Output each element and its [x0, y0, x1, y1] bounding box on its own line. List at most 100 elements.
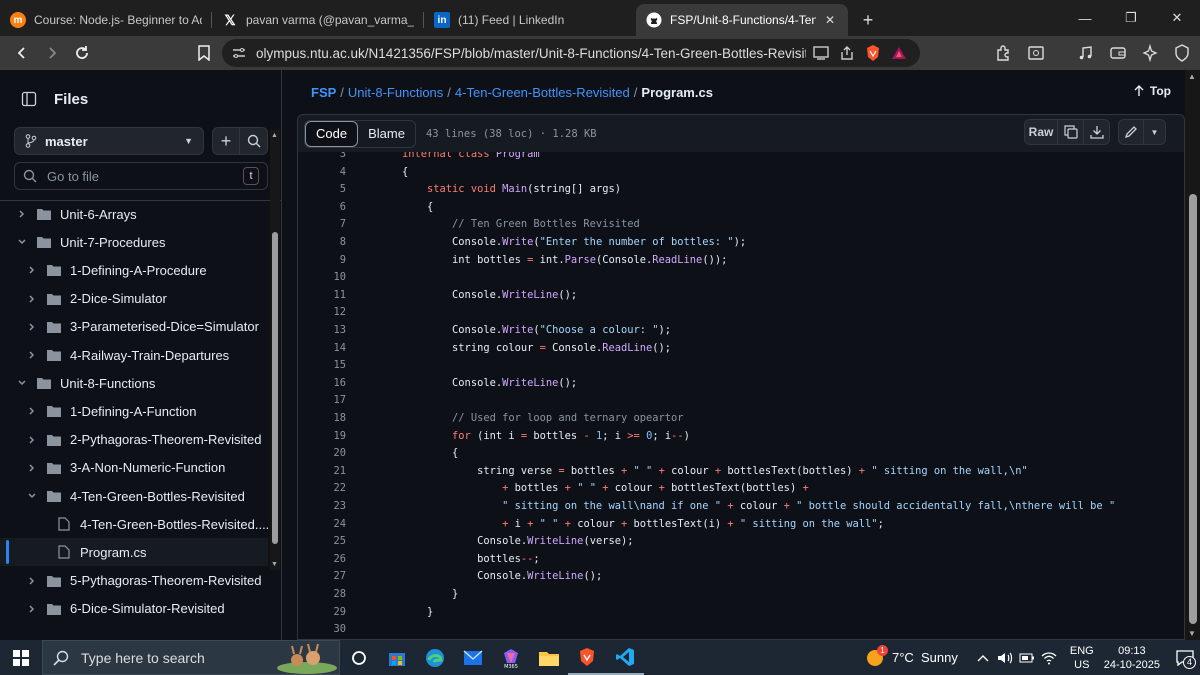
address-bar[interactable]: olympus.ntu.ac.uk/N1421356/FSP/blob/mast… — [222, 39, 920, 67]
minimize-icon[interactable]: — — [1062, 0, 1108, 36]
file-explorer-icon[interactable] — [530, 640, 568, 675]
store-icon[interactable] — [378, 640, 416, 675]
restore-icon[interactable]: ❐ — [1108, 0, 1154, 36]
brave-icon[interactable] — [568, 640, 606, 675]
line-number[interactable]: 23 — [298, 498, 346, 516]
wallet-icon[interactable] — [1104, 39, 1132, 67]
breadcrumb-subfolder[interactable]: 4-Ten-Green-Bottles-Revisited — [455, 85, 630, 100]
line-number[interactable]: 22 — [298, 480, 346, 498]
music-icon[interactable] — [1072, 39, 1100, 67]
tree-folder[interactable]: 4-Ten-Green-Bottles-Revisited — [0, 482, 268, 510]
tree-folder[interactable]: 3-Parameterised-Dice=Simulator — [0, 313, 268, 341]
language-indicator[interactable]: ENG US — [1070, 644, 1094, 672]
line-number[interactable]: 21 — [298, 463, 346, 481]
line-number[interactable]: 18 — [298, 410, 346, 428]
sidebar-scroll-thumb[interactable] — [272, 232, 278, 544]
volume-icon[interactable] — [994, 647, 1016, 669]
breadcrumb-folder[interactable]: Unit-8-Functions — [348, 85, 443, 100]
mail-icon[interactable] — [454, 640, 492, 675]
scroll-down-icon[interactable]: ▼ — [271, 561, 278, 568]
task-view-icon[interactable] — [340, 640, 378, 675]
chevron-right-icon[interactable] — [24, 403, 40, 419]
tree-folder[interactable]: 5-Pythagoras-Theorem-Revisited — [0, 567, 268, 595]
tree-file[interactable]: Program.cs — [0, 538, 268, 567]
chevron-up-icon[interactable] — [972, 647, 994, 669]
tab-blame[interactable]: Blame — [358, 121, 415, 147]
chevron-down-icon[interactable] — [14, 234, 30, 250]
line-number[interactable]: 25 — [298, 533, 346, 551]
close-tab-icon[interactable]: ✕ — [822, 12, 838, 28]
tree-folder[interactable]: 1-Defining-A-Procedure — [0, 256, 268, 284]
brave-shields-icon[interactable] — [862, 42, 884, 64]
tab-code[interactable]: Code — [305, 120, 359, 147]
clock[interactable]: 09:13 24-10-2025 — [1104, 644, 1160, 672]
line-number[interactable]: 4 — [298, 164, 346, 182]
line-number[interactable]: 28 — [298, 586, 346, 604]
battery-icon[interactable] — [1016, 647, 1038, 669]
line-number[interactable]: 26 — [298, 551, 346, 569]
scroll-up-icon[interactable]: ▲ — [1188, 72, 1196, 81]
reload-icon[interactable] — [68, 39, 96, 67]
line-number[interactable]: 24 — [298, 516, 346, 534]
chevron-right-icon[interactable] — [24, 262, 40, 278]
reading-list-icon[interactable] — [1022, 39, 1050, 67]
raw-button[interactable]: Raw — [1024, 119, 1058, 145]
browser-tab-active[interactable]: FSP/Unit-8-Functions/4-Ten-Green- ✕ — [636, 4, 848, 36]
page-scroll-thumb[interactable] — [1189, 194, 1197, 624]
back-icon[interactable] — [8, 39, 36, 67]
tree-folder[interactable]: Unit-6-Arrays — [0, 201, 268, 228]
line-number[interactable]: 7 — [298, 216, 346, 234]
chevron-right-icon[interactable] — [24, 347, 40, 363]
line-number[interactable]: 5 — [298, 181, 346, 199]
chevron-down-icon[interactable] — [24, 488, 40, 504]
taskbar-search[interactable]: Type here to search — [42, 640, 340, 675]
edge-icon[interactable] — [416, 640, 454, 675]
scroll-up-icon[interactable]: ▲ — [271, 132, 278, 139]
chevron-right-icon[interactable] — [24, 291, 40, 307]
line-number[interactable]: 29 — [298, 604, 346, 622]
cast-icon[interactable] — [810, 42, 832, 64]
line-number[interactable]: 17 — [298, 392, 346, 410]
tree-folder[interactable]: 1-Defining-A-Function — [0, 397, 268, 425]
m365-copilot-icon[interactable]: M365 — [492, 640, 530, 675]
chevron-down-icon[interactable] — [14, 375, 30, 391]
leo-ai-icon[interactable] — [1136, 39, 1164, 67]
branch-selector[interactable]: master ▼ — [14, 127, 204, 155]
line-number[interactable]: 9 — [298, 252, 346, 270]
tree-folder[interactable]: Unit-7-Procedures — [0, 228, 268, 256]
collapse-sidebar-icon[interactable] — [16, 86, 42, 112]
tree-folder[interactable]: 3-A-Non-Numeric-Function — [0, 454, 268, 482]
brave-rewards-icon[interactable] — [888, 42, 910, 64]
line-number[interactable]: 8 — [298, 234, 346, 252]
chevron-right-icon[interactable] — [14, 206, 30, 222]
edit-options-button[interactable]: ▼ — [1144, 119, 1166, 145]
breadcrumb-repo[interactable]: FSP — [311, 85, 336, 100]
line-number[interactable]: 10 — [298, 269, 346, 287]
weather-widget[interactable]: 1 7°C Sunny — [864, 644, 958, 669]
line-number[interactable]: 14 — [298, 340, 346, 358]
browser-tab[interactable]: 𝕏 pavan varma (@pavan_varma_728) / X — [212, 4, 424, 36]
line-number[interactable]: 27 — [298, 568, 346, 586]
tree-folder[interactable]: 4-Railway-Train-Departures — [0, 341, 268, 369]
edit-button[interactable] — [1118, 119, 1144, 145]
add-file-button[interactable]: + — [212, 127, 240, 155]
line-number[interactable]: 20 — [298, 445, 346, 463]
line-number[interactable]: 12 — [298, 304, 346, 322]
close-window-icon[interactable]: ✕ — [1154, 0, 1200, 36]
tree-folder[interactable]: 6-Dice-Simulator-Revisited — [0, 595, 268, 623]
line-number[interactable]: 6 — [298, 199, 346, 217]
page-scrollbar[interactable]: ▲ ▼ — [1185, 70, 1200, 640]
tree-folder[interactable]: Unit-8-Functions — [0, 369, 268, 397]
tree-folder[interactable]: 2-Dice-Simulator — [0, 285, 268, 313]
copy-raw-button[interactable] — [1058, 119, 1084, 145]
chevron-right-icon[interactable] — [24, 432, 40, 448]
top-link[interactable]: Top — [1134, 84, 1171, 98]
line-number[interactable]: 15 — [298, 357, 346, 375]
chevron-right-icon[interactable] — [24, 573, 40, 589]
extensions-icon[interactable] — [990, 39, 1018, 67]
chevron-right-icon[interactable] — [24, 319, 40, 335]
new-tab-button[interactable]: + — [854, 6, 882, 34]
windows-start-icon[interactable] — [0, 640, 42, 675]
bookmark-icon[interactable] — [190, 39, 218, 67]
scroll-down-icon[interactable]: ▼ — [1188, 629, 1196, 638]
